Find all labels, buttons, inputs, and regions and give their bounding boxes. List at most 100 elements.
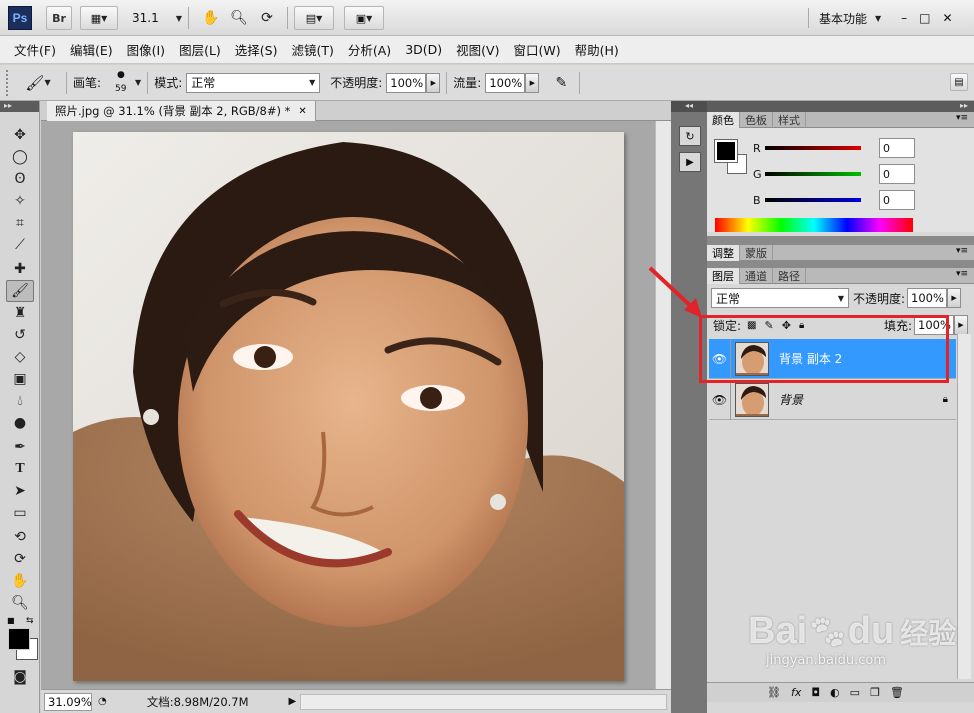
eyedropper-tool-icon[interactable]: ⟋ [6, 234, 34, 256]
tab-adjustments[interactable]: 调整 [707, 244, 740, 261]
menu-view[interactable]: 视图(V) [456, 40, 499, 59]
panel-toggle-button[interactable]: ▤ [950, 73, 968, 91]
tab-styles[interactable]: 样式 [773, 111, 806, 128]
mode-select[interactable]: 正常 ▼ [186, 72, 321, 93]
screen-mode-button[interactable]: ▣ ▼ [344, 6, 384, 30]
minimize-button[interactable]: – [901, 11, 907, 25]
canvas-viewport[interactable] [41, 121, 655, 689]
3d-rotate-tool-icon[interactable]: ⟲ [6, 526, 34, 548]
tool-preset-picker[interactable]: 🖌︎ ▼ [16, 71, 60, 95]
quick-mask-icon[interactable]: ◙ [6, 666, 34, 688]
green-channel-input[interactable]: 0 [879, 164, 915, 184]
foreground-color-chip[interactable] [714, 139, 738, 163]
document-tab[interactable]: 照片.jpg @ 31.1% (背景 副本 2, RGB/8#) * ✕ [47, 101, 316, 121]
blue-channel-slider[interactable] [765, 198, 861, 202]
workspace-switcher[interactable]: 基本功能 [819, 10, 867, 27]
hand-tool-icon[interactable]: ✋ [6, 570, 34, 592]
photo-canvas[interactable] [73, 132, 624, 681]
chevron-down-icon[interactable]: ▼ [135, 78, 141, 87]
dock-expand-icon[interactable]: ◂◂ [671, 101, 707, 112]
red-channel-slider[interactable] [765, 146, 861, 150]
red-channel-input[interactable]: 0 [879, 138, 915, 158]
flow-slider-button[interactable]: ▶ [525, 72, 540, 93]
pen-tool-icon[interactable]: ✒ [6, 436, 34, 458]
horizontal-scrollbar[interactable] [300, 693, 667, 710]
fill-slider-button[interactable]: ▶ [954, 315, 968, 335]
zoom-level-select[interactable]: 31.1 ▼ [132, 11, 182, 25]
layer-opacity-input[interactable]: 100% [907, 288, 948, 308]
panel-menu-icon[interactable]: ▾≡ [956, 269, 968, 279]
panel-menu-icon[interactable]: ▾≡ [956, 246, 968, 256]
close-button[interactable]: ✕ [943, 11, 953, 25]
maximize-button[interactable]: □ [919, 11, 930, 25]
visibility-eye-icon[interactable]: 👁︎ [709, 379, 731, 420]
zoom-status-input[interactable]: 31.09% [44, 692, 92, 711]
green-channel-slider[interactable] [765, 172, 861, 176]
color-spectrum-bar[interactable] [715, 218, 913, 232]
history-brush-tool-icon[interactable]: ↺ [6, 324, 34, 346]
tab-swatches[interactable]: 色板 [740, 111, 773, 128]
panels-collapse-bar[interactable]: ▸▸ [707, 101, 974, 112]
zoom-icon[interactable]: 🔍︎ [225, 7, 253, 29]
3d-orbit-tool-icon[interactable]: ⟳ [6, 548, 34, 570]
tab-masks[interactable]: 蒙版 [740, 244, 773, 261]
airbrush-toggle[interactable]: ✎ [549, 71, 573, 95]
lasso-tool-icon[interactable]: ʘ [6, 168, 34, 190]
layer-opacity-slider-button[interactable]: ▶ [947, 288, 962, 308]
brush-tool-icon[interactable]: 🖌︎ [6, 280, 34, 302]
menu-3d[interactable]: 3D(D) [405, 42, 442, 57]
tab-color[interactable]: 颜色 [707, 111, 740, 128]
menu-help[interactable]: 帮助(H) [575, 40, 619, 59]
type-tool-icon[interactable]: T [6, 458, 34, 480]
dodge-tool-icon[interactable]: ● [6, 412, 34, 434]
gradient-tool-icon[interactable]: ▣ [6, 368, 34, 390]
foreground-color-swatch[interactable] [8, 628, 30, 650]
menu-window[interactable]: 窗口(W) [513, 40, 560, 59]
menu-filter[interactable]: 滤镜(T) [291, 40, 333, 59]
blue-channel-input[interactable]: 0 [879, 190, 915, 210]
brush-picker[interactable]: ● 59 [105, 68, 135, 98]
menu-layer[interactable]: 图层(L) [179, 40, 221, 59]
swap-colors-icon[interactable]: ⇆ [26, 616, 34, 626]
menu-analysis[interactable]: 分析(A) [348, 40, 391, 59]
menu-edit[interactable]: 编辑(E) [70, 40, 113, 59]
red-channel-row: R 0 [753, 138, 915, 158]
move-tool-icon[interactable]: ✥ [6, 124, 34, 146]
menu-select[interactable]: 选择(S) [235, 40, 278, 59]
layer-opacity-label: 不透明度: [853, 291, 906, 306]
default-colors-icon[interactable]: ■ [7, 616, 15, 625]
close-document-icon[interactable]: ✕ [298, 106, 306, 117]
status-options-icon[interactable]: ◔ [98, 696, 107, 707]
tab-paths[interactable]: 路径 [773, 267, 806, 284]
blur-tool-icon[interactable]: 💧︎ [6, 390, 34, 412]
arrange-documents-button[interactable]: ▤ ▼ [294, 6, 334, 30]
path-selection-tool-icon[interactable]: ➤ [6, 480, 34, 502]
menu-file[interactable]: 文件(F) [14, 40, 56, 59]
marquee-tool-icon[interactable]: ◯ [6, 146, 34, 168]
layer-lock-icon: 🔒︎ [942, 394, 948, 405]
adjustments-panel-tabs: 调整 蒙版 ▾≡ [707, 244, 974, 261]
opacity-input[interactable]: 100% [386, 72, 427, 93]
flow-input[interactable]: 100% [485, 72, 526, 93]
opacity-slider-button[interactable]: ▶ [426, 72, 441, 93]
layer-row-background[interactable]: 👁︎ 背景 🔒︎ [709, 379, 956, 420]
history-panel-icon[interactable]: ↻ [679, 126, 701, 146]
menu-image[interactable]: 图像(I) [127, 40, 165, 59]
bridge-button[interactable]: Br [46, 6, 72, 30]
vertical-scrollbar[interactable] [655, 121, 671, 689]
grip-handle[interactable] [6, 69, 10, 96]
panel-menu-icon[interactable]: ▾≡ [956, 113, 968, 123]
magic-wand-tool-icon[interactable]: ✧ [6, 190, 34, 212]
view-extras-button[interactable]: ▦ ▼ [80, 6, 118, 30]
actions-panel-icon[interactable]: ▶ [679, 152, 701, 172]
shape-tool-icon[interactable]: ▭ [6, 502, 34, 524]
eraser-tool-icon[interactable]: ◇ [6, 346, 34, 368]
healing-brush-tool-icon[interactable]: ✚ [6, 258, 34, 280]
clone-stamp-tool-icon[interactable]: ♜ [6, 302, 34, 324]
hand-icon[interactable]: ✋ [197, 7, 225, 29]
zoom-tool-icon[interactable]: 🔍︎ [6, 592, 34, 614]
tools-collapse-icon[interactable]: ▸▸ [0, 101, 39, 112]
rotate-view-icon[interactable]: ⟳ [253, 7, 281, 29]
crop-tool-icon[interactable]: ⌗ [6, 212, 34, 234]
status-menu-arrow-icon[interactable]: ▶ [289, 696, 297, 707]
